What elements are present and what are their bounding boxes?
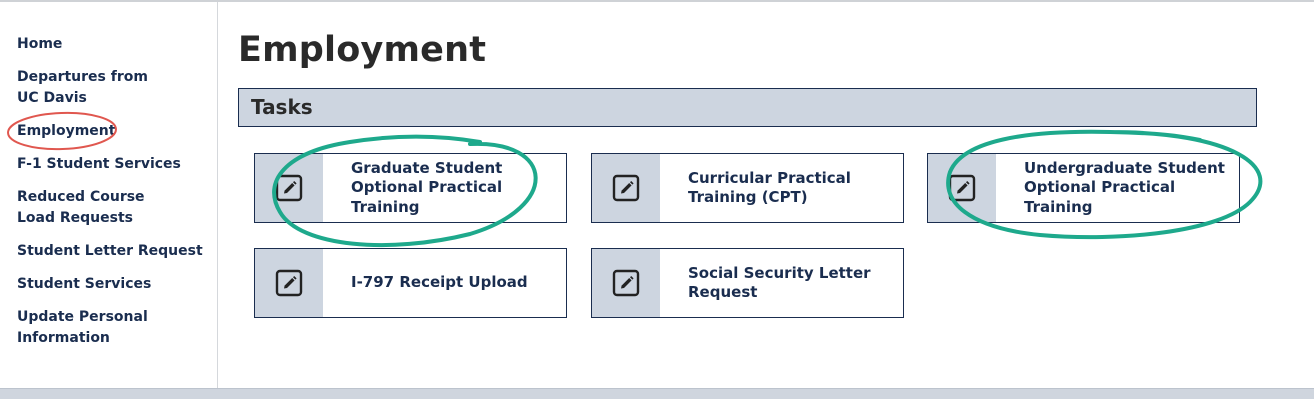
task-card-social-security-letter[interactable]: Social Security Letter Request [591,248,904,318]
task-label: Curricular Practical Training (CPT) [688,168,851,207]
tasks-section-header: Tasks [238,88,1257,127]
sidebar-item-student-letter-request[interactable]: Student Letter Request [17,241,207,262]
task-card-graduate-opt[interactable]: Graduate Student Optional Practical Trai… [254,153,567,223]
sidebar-item-f1-student-services[interactable]: F-1 Student Services [17,154,207,175]
task-label: Social Security Letter Request [688,263,871,302]
edit-icon [592,154,660,222]
task-label: I-797 Receipt Upload [351,273,528,292]
sidebar-item-home[interactable]: Home [17,34,207,55]
task-label: Graduate Student Optional Practical Trai… [351,158,503,216]
main-content: Employment Tasks Graduate Student Option… [218,2,1314,388]
sidebar-item-employment[interactable]: Employment [17,121,207,142]
footer-bar [0,388,1314,399]
task-card-i797-upload[interactable]: I-797 Receipt Upload [254,248,567,318]
sidebar-item-update-personal-info[interactable]: Update Personal Information [17,307,167,349]
task-card-cpt[interactable]: Curricular Practical Training (CPT) [591,153,904,223]
sidebar-item-reduced-course-load[interactable]: Reduced Course Load Requests [17,187,187,229]
sidebar-item-departures[interactable]: Departures from UC Davis [17,67,167,109]
edit-icon [592,249,660,317]
edit-icon [928,154,996,222]
sidebar-nav: Home Departures from UC Davis Employment… [0,2,218,388]
task-label: Undergraduate Student Optional Practical… [1024,158,1225,216]
sidebar-item-student-services[interactable]: Student Services [17,274,207,295]
edit-icon [255,154,323,222]
edit-icon [255,249,323,317]
task-card-undergraduate-opt[interactable]: Undergraduate Student Optional Practical… [927,153,1240,223]
page-title: Employment [238,30,487,70]
